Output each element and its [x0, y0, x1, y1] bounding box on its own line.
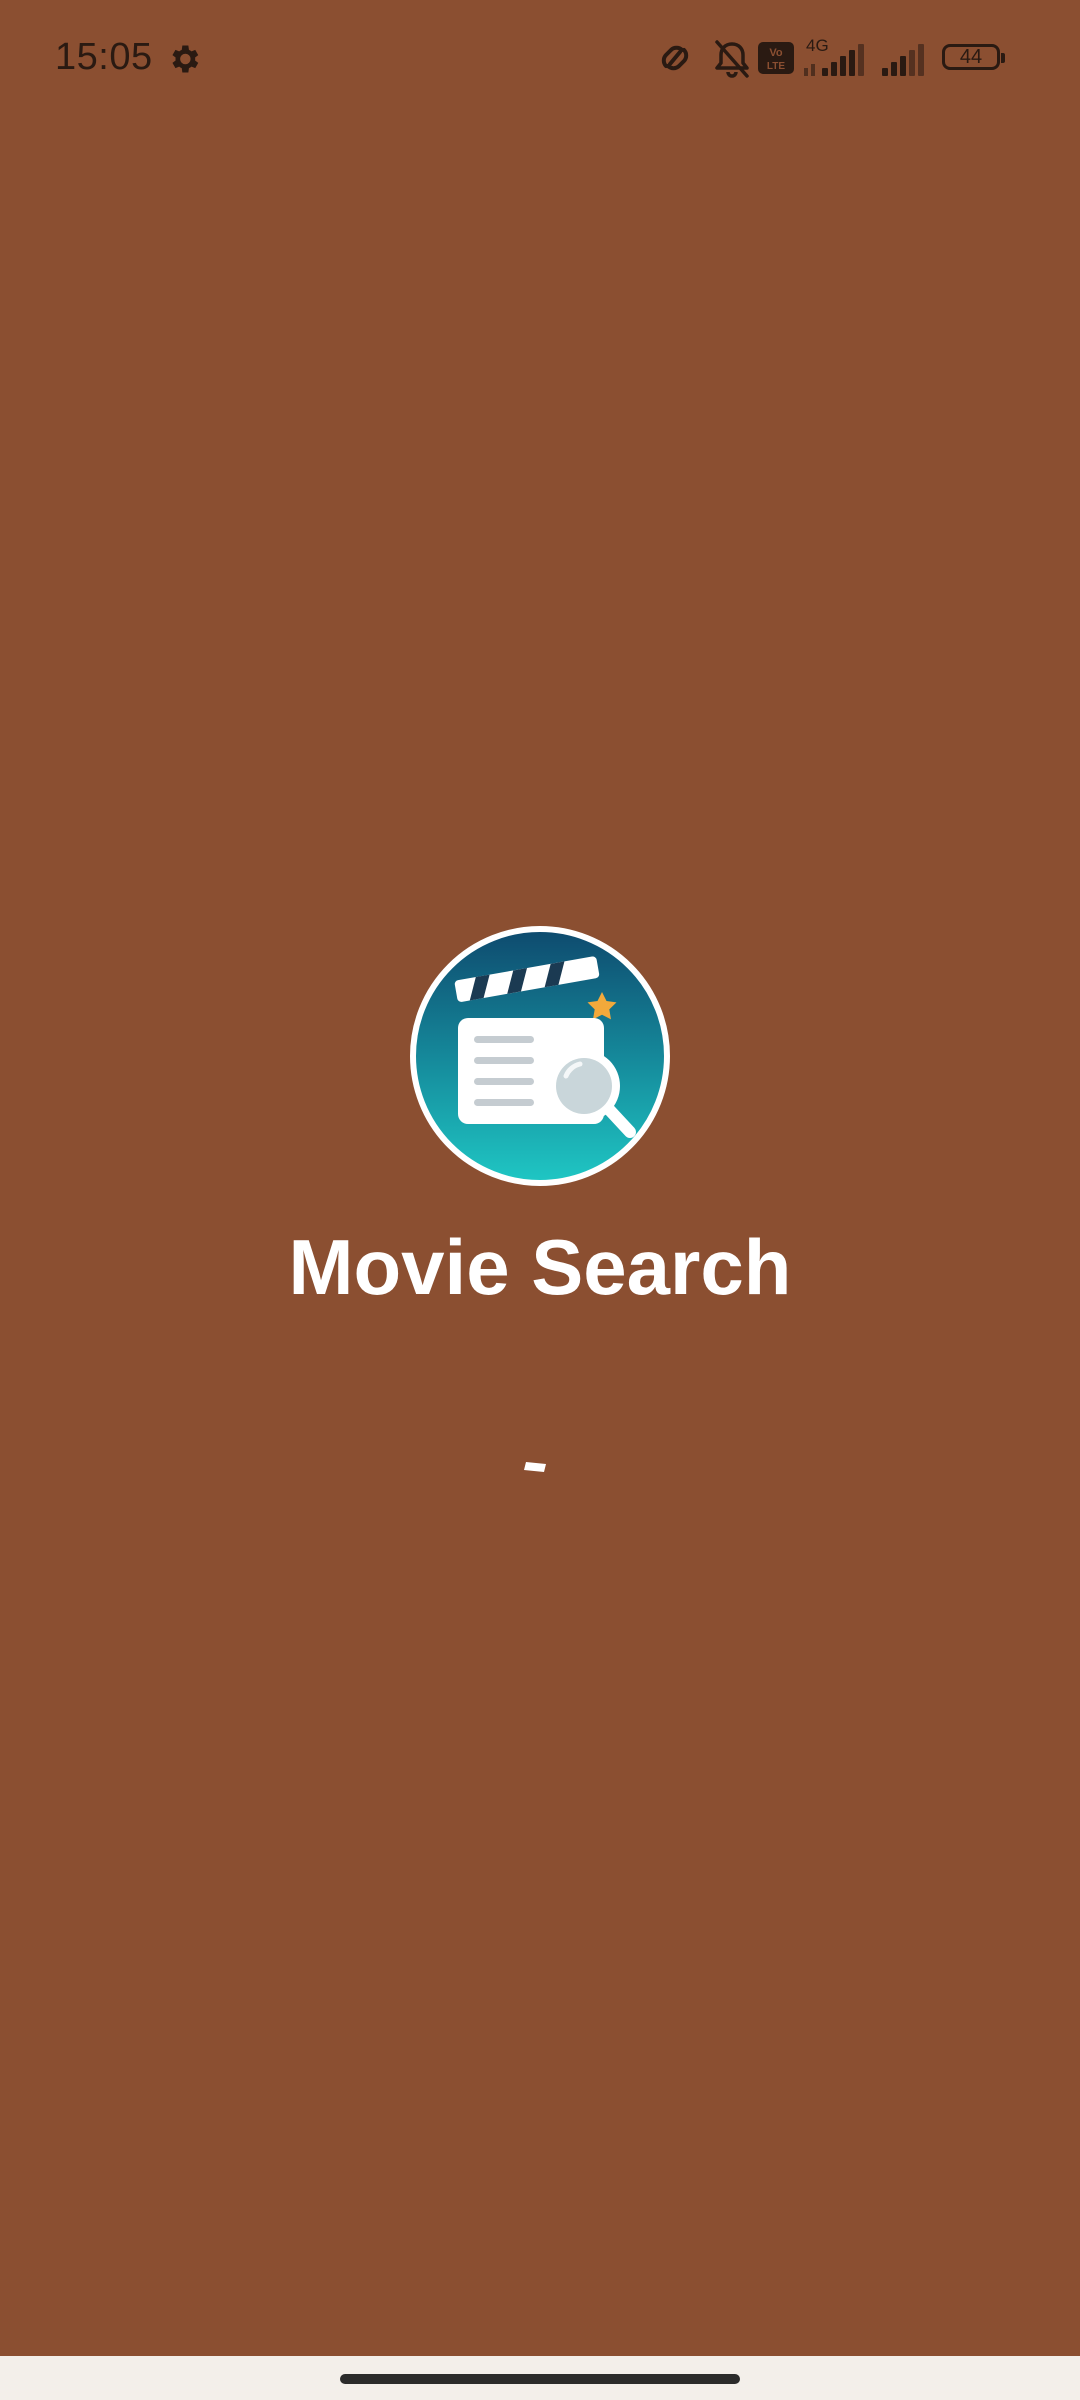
navigation-bar [0, 2356, 1080, 2400]
app-title: Movie Search [288, 1223, 792, 1311]
loading-spinner [524, 1462, 546, 1472]
splash-screen: 15:05 Vo LTE 4G 44 Movie Search [0, 0, 1080, 2356]
status-time: 15:05 [55, 36, 153, 78]
signal-icon [804, 44, 864, 76]
home-gesture-handle[interactable] [340, 2374, 740, 2384]
link-icon [661, 45, 689, 71]
battery-icon: 44 [942, 44, 1005, 74]
volte-icon: Vo LTE [758, 42, 794, 74]
svg-text:Vo: Vo [769, 47, 783, 59]
battery-level: 44 [959, 46, 983, 68]
svg-text:LTE: LTE [767, 61, 785, 72]
gear-icon [172, 45, 199, 73]
signal-icon [882, 44, 924, 76]
status-bar: 15:05 Vo LTE 4G 44 [0, 0, 1080, 120]
app-logo [408, 924, 672, 1188]
bell-off-icon [715, 40, 749, 78]
movie-search-logo-icon [410, 926, 670, 1186]
